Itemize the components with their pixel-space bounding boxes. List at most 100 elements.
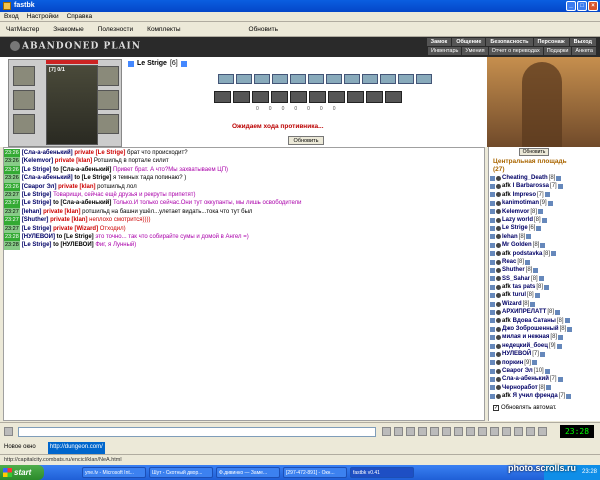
user-name[interactable]: Сла-а-абенький xyxy=(502,375,549,383)
info-icon[interactable] xyxy=(551,251,557,257)
toolbar-refresh[interactable]: Обновить xyxy=(249,23,278,36)
nav-castle[interactable]: Замок xyxy=(426,38,452,46)
chat-recipient[interactable]: private [Le Strige] xyxy=(74,150,125,156)
minimize-button[interactable]: _ xyxy=(566,1,576,11)
tool-icon[interactable] xyxy=(382,427,391,436)
chat-recipient[interactable]: to [Сла-а-абенький] xyxy=(53,167,111,173)
info-icon[interactable] xyxy=(541,217,547,223)
user-row[interactable]: lehan [8] xyxy=(490,233,600,241)
private-chat-icon[interactable] xyxy=(490,393,495,399)
chat-recipient[interactable]: private [klan] xyxy=(55,158,92,164)
users-refresh-button[interactable]: Обновить xyxy=(519,148,549,156)
skill-icon[interactable] xyxy=(290,74,306,84)
user-name[interactable]: turul xyxy=(513,291,526,299)
info-icon[interactable] xyxy=(557,184,563,190)
helmet-slot[interactable] xyxy=(13,66,35,86)
skill-icon[interactable] xyxy=(272,74,288,84)
skill-icon[interactable] xyxy=(380,74,396,84)
info-icon[interactable] xyxy=(536,226,542,232)
private-chat-icon[interactable] xyxy=(490,200,495,206)
shield-slot[interactable] xyxy=(97,90,119,110)
user-row[interactable]: Wizard [8] xyxy=(490,300,600,308)
info-icon[interactable] xyxy=(531,360,537,366)
user-name[interactable]: Shuther xyxy=(502,266,525,274)
strike-icon[interactable] xyxy=(347,91,364,103)
info-icon[interactable] xyxy=(547,200,553,206)
chat-nick[interactable]: [Le Strige] xyxy=(22,242,52,248)
tool-icon[interactable] xyxy=(430,427,439,436)
strike-icon[interactable] xyxy=(385,91,402,103)
bracer-slot[interactable] xyxy=(97,66,119,86)
strike-icon[interactable] xyxy=(328,91,345,103)
user-name[interactable]: Джо Зоброшенный xyxy=(502,325,559,333)
private-chat-icon[interactable] xyxy=(490,360,495,366)
nav-inventory[interactable]: Инвентарь xyxy=(427,47,462,55)
user-name[interactable]: милая и нежная xyxy=(502,333,549,341)
chat-nick[interactable]: [Сварог Эл] xyxy=(22,184,57,190)
tool-icon[interactable] xyxy=(478,427,487,436)
chat-nick[interactable]: [Le Strige] xyxy=(22,192,52,198)
chat-nick[interactable]: [Сла-а-абенький] xyxy=(22,175,73,181)
info-icon[interactable] xyxy=(546,385,552,391)
user-row[interactable]: Джо Зоброшенный [8] xyxy=(490,325,600,333)
user-name[interactable]: Сварог Эл xyxy=(502,367,533,375)
info-icon[interactable] xyxy=(544,192,550,198)
chat-nick[interactable]: [Le Strige] xyxy=(22,200,52,206)
chat-recipient[interactable]: to [НУЛЕВОЙ] xyxy=(53,242,94,248)
task-button-active[interactable]: fastbk v0.41 xyxy=(350,467,414,478)
info-icon[interactable] xyxy=(544,368,550,374)
user-row[interactable]: afk Я учил френда [7] xyxy=(490,392,600,400)
tool-icon[interactable] xyxy=(454,427,463,436)
user-name[interactable]: Cheating_Death xyxy=(502,174,548,182)
user-name[interactable]: Черноработ xyxy=(502,384,538,392)
toolbar-acquaintances[interactable]: Знакомые xyxy=(53,23,83,36)
task-button[interactable]: Ф.дивинко — Заме... xyxy=(216,467,280,478)
strike-icon[interactable] xyxy=(252,91,269,103)
user-row[interactable]: afk podstavka [8] xyxy=(490,250,600,258)
user-name[interactable]: АРХИПРЕЛАТТ xyxy=(502,308,546,316)
private-chat-icon[interactable] xyxy=(490,234,495,240)
info-icon[interactable] xyxy=(538,276,544,282)
info-icon[interactable] xyxy=(526,234,532,240)
user-row[interactable]: Reac [8] xyxy=(490,258,600,266)
nav-transfers[interactable]: Отчет о переводах xyxy=(488,47,543,55)
info-icon[interactable] xyxy=(538,209,544,215)
user-row[interactable]: Сварог Эл [10] xyxy=(490,367,600,375)
amulet-slot[interactable] xyxy=(13,90,35,110)
private-chat-icon[interactable] xyxy=(490,259,495,265)
menu-settings[interactable]: Настройки xyxy=(27,12,59,21)
tab-new-window[interactable]: Новое окно xyxy=(4,440,36,454)
chat-nick[interactable]: [Kelemvor] xyxy=(22,158,53,164)
user-row[interactable]: SS_Sahar [8] xyxy=(490,275,600,283)
chat-recipient[interactable]: private [Wizard] xyxy=(53,226,98,232)
user-row[interactable]: Kelemvor [8] xyxy=(490,208,600,216)
private-chat-icon[interactable] xyxy=(490,343,495,349)
tool-icon[interactable] xyxy=(490,427,499,436)
strike-icon[interactable] xyxy=(271,91,288,103)
user-name[interactable]: Вдова Сатаны xyxy=(513,317,556,325)
chat-recipient[interactable]: to [Сла-а-абенький] xyxy=(53,200,111,206)
task-button[interactable]: Шут - Скотный двор... xyxy=(149,467,213,478)
private-chat-icon[interactable] xyxy=(490,184,495,190)
tool-icon[interactable] xyxy=(418,427,427,436)
nav-social[interactable]: Общение xyxy=(452,38,486,46)
user-row[interactable]: Cheating_Death [8] xyxy=(490,174,600,182)
user-row[interactable]: НУЛЕВОЙ [7] xyxy=(490,350,600,358)
info-icon[interactable] xyxy=(558,335,564,341)
auto-update-checkbox[interactable]: ✓ xyxy=(493,405,499,411)
user-row[interactable]: АРХИПРЕЛАТТ [8] xyxy=(490,308,600,316)
user-row[interactable]: милая и нежная [8] xyxy=(490,333,600,341)
weapon-slot[interactable] xyxy=(13,114,35,134)
private-chat-icon[interactable] xyxy=(490,385,495,391)
user-name[interactable]: I Barbarossa xyxy=(513,182,549,190)
private-chat-icon[interactable] xyxy=(490,284,495,290)
private-chat-icon[interactable] xyxy=(490,267,495,273)
toolbar-kits[interactable]: Комплекты xyxy=(147,23,180,36)
chat-nick[interactable]: [Le Strige] xyxy=(22,226,52,232)
private-chat-icon[interactable] xyxy=(490,209,495,215)
user-name[interactable]: SS_Sahar xyxy=(502,275,530,283)
start-button[interactable]: start xyxy=(0,465,44,480)
info-icon[interactable] xyxy=(567,326,573,332)
skill-icon[interactable] xyxy=(416,74,432,84)
user-name[interactable]: Я учил френда xyxy=(513,392,558,400)
